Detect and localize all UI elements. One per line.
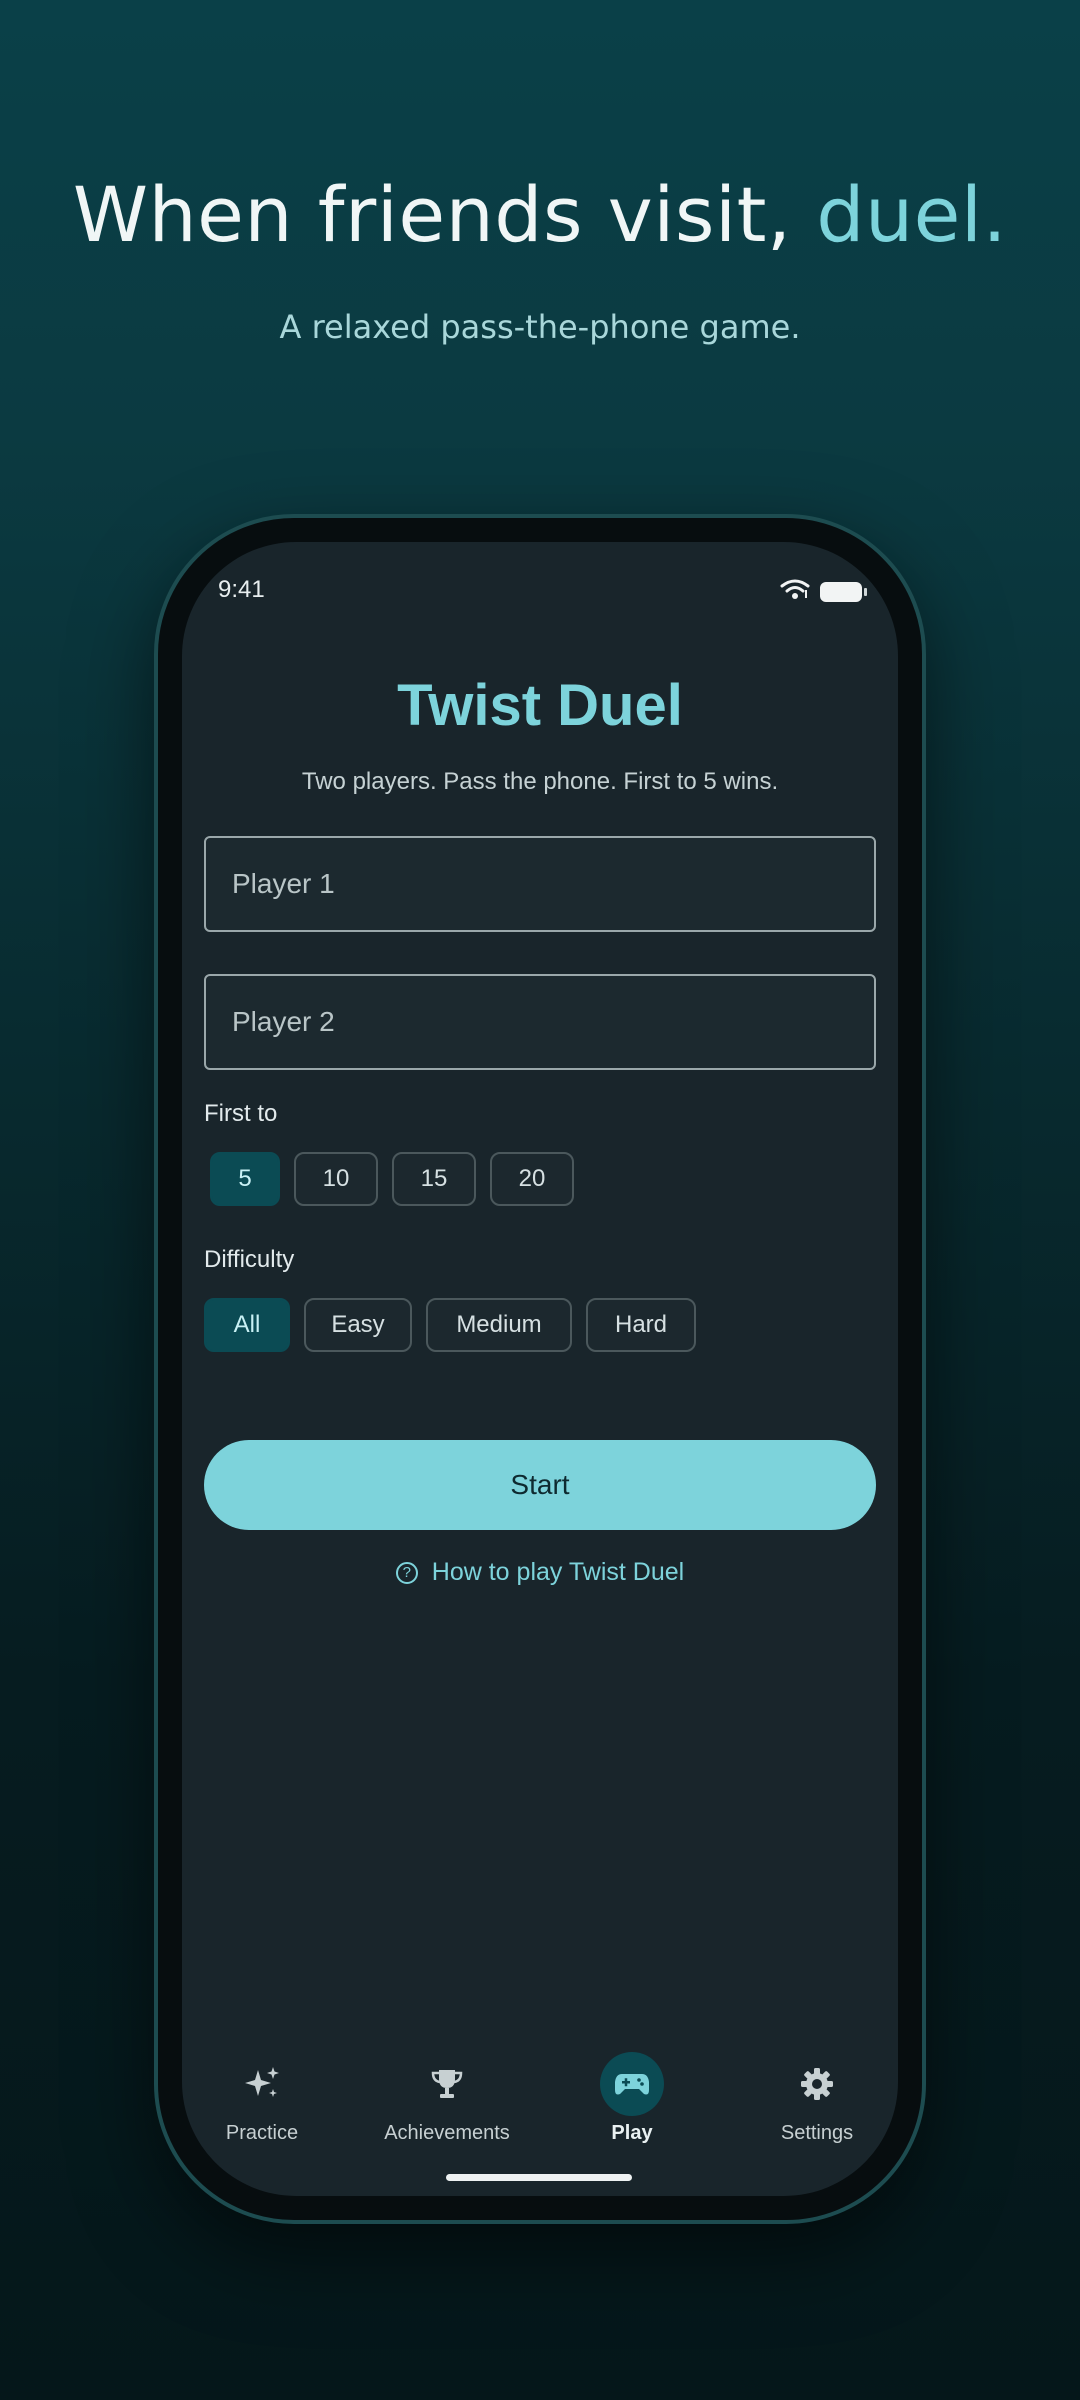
nav-label-practice: Practice [225, 2122, 299, 2144]
nav-label-settings: Settings [780, 2122, 854, 2144]
how-to-play-link[interactable]: ? How to play Twist Duel [182, 1558, 898, 1587]
player-2-input[interactable] [204, 974, 876, 1070]
difficulty-chip-all[interactable]: All [204, 1298, 290, 1352]
nav-item-play[interactable]: Play [552, 2052, 712, 2145]
first-to-chip-15[interactable]: 15 [392, 1152, 476, 1206]
help-circle-icon: ? [395, 1561, 418, 1584]
difficulty-chip-easy[interactable]: Easy [304, 1298, 412, 1352]
promo-subline: A relaxed pass-the-phone game. [279, 308, 801, 346]
status-icons [780, 578, 867, 605]
phone-frame: 9:41 Twist Duel Two players. Pass the ph… [154, 514, 926, 2224]
nav-label-play: Play [611, 2122, 653, 2144]
how-to-play-label: How to play Twist Duel [431, 1558, 685, 1586]
battery-icon [820, 581, 867, 602]
trophy-icon [415, 2052, 479, 2116]
nav-label-achievements: Achievements [384, 2122, 510, 2144]
app-subtitle: Two players. Pass the phone. First to 5 … [301, 768, 779, 795]
nav-item-achievements[interactable]: Achievements [367, 2052, 527, 2145]
difficulty-label: Difficulty [204, 1246, 295, 1273]
first-to-label: First to [204, 1100, 278, 1127]
first-to-options: 5 10 15 20 [210, 1152, 574, 1206]
sparkles-icon [230, 2052, 294, 2116]
promo-headline-main: When friends visit, [72, 170, 817, 259]
promo-headline: When friends visit, duel. [0, 170, 1080, 259]
start-button[interactable]: Start [204, 1440, 876, 1530]
nav-item-practice[interactable]: Practice [182, 2052, 342, 2145]
gamepad-icon [600, 2052, 664, 2116]
difficulty-chip-medium[interactable]: Medium [426, 1298, 572, 1352]
promo-headline-accent: duel. [816, 170, 1008, 259]
bottom-nav: Practice Achievements Play Settings [182, 2052, 898, 2172]
difficulty-chip-hard[interactable]: Hard [586, 1298, 696, 1352]
first-to-chip-10[interactable]: 10 [294, 1152, 378, 1206]
status-time: 9:41 [218, 576, 265, 603]
gear-icon [785, 2052, 849, 2116]
home-indicator[interactable] [446, 2174, 632, 2181]
player-1-input[interactable] [204, 836, 876, 932]
first-to-chip-20[interactable]: 20 [490, 1152, 574, 1206]
phone-screen: 9:41 Twist Duel Two players. Pass the ph… [182, 542, 898, 2196]
first-to-chip-5[interactable]: 5 [210, 1152, 280, 1206]
wifi-icon [780, 578, 810, 605]
difficulty-options: All Easy Medium Hard [204, 1298, 696, 1352]
nav-item-settings[interactable]: Settings [737, 2052, 897, 2145]
status-bar: 9:41 [218, 572, 867, 612]
app-title: Twist Duel [397, 673, 683, 738]
